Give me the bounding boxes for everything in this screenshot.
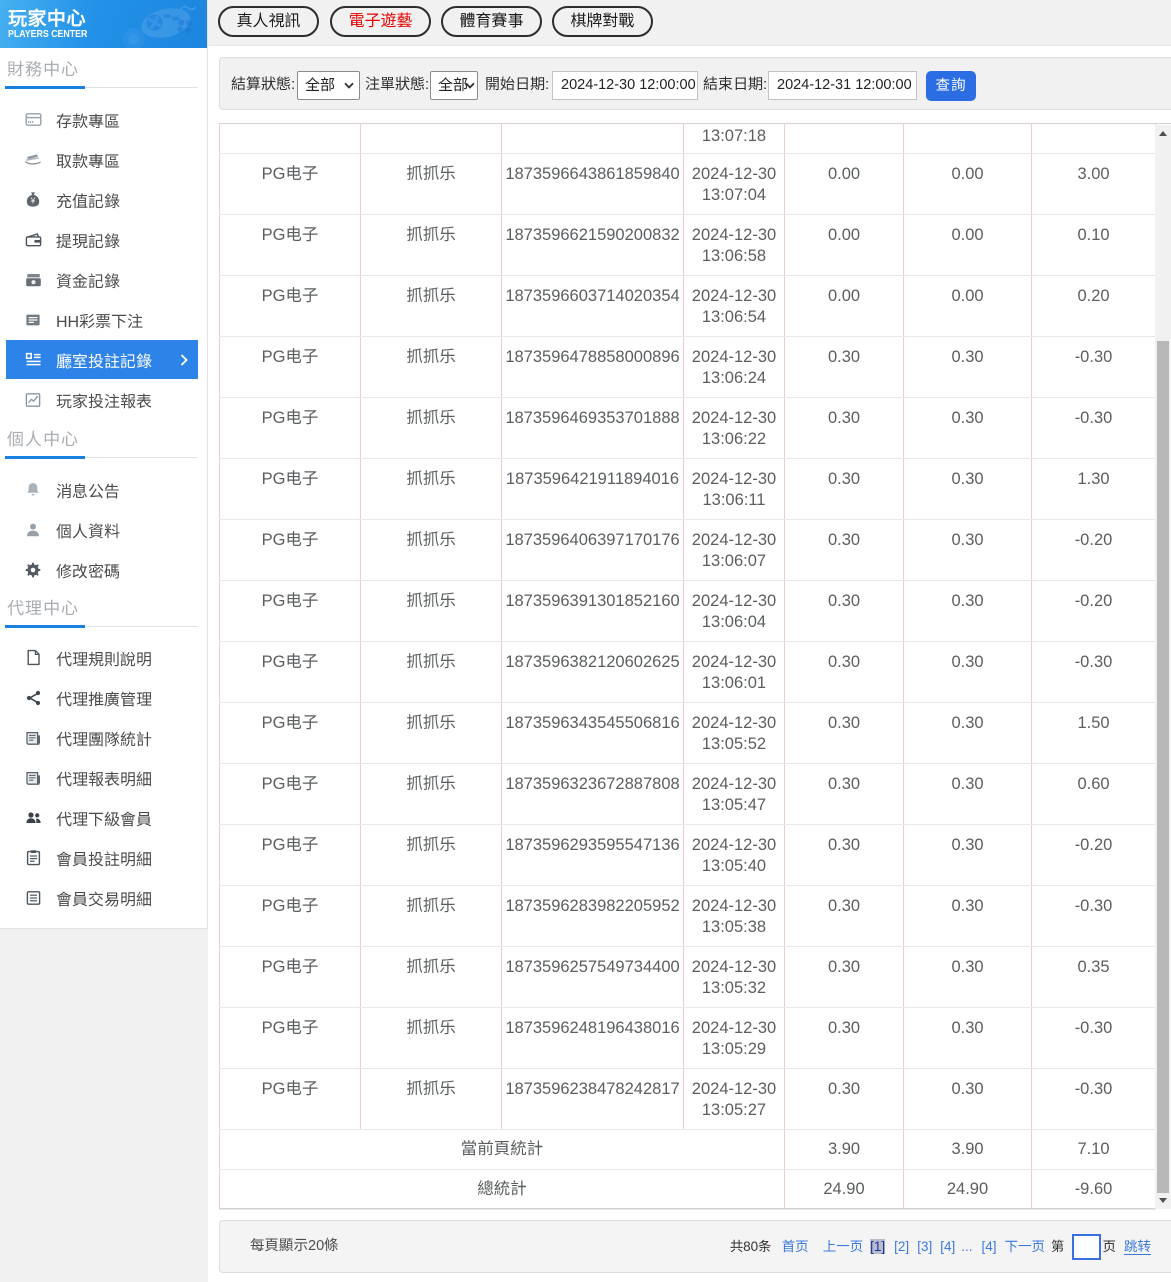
svg-text:¥: ¥	[30, 197, 36, 206]
